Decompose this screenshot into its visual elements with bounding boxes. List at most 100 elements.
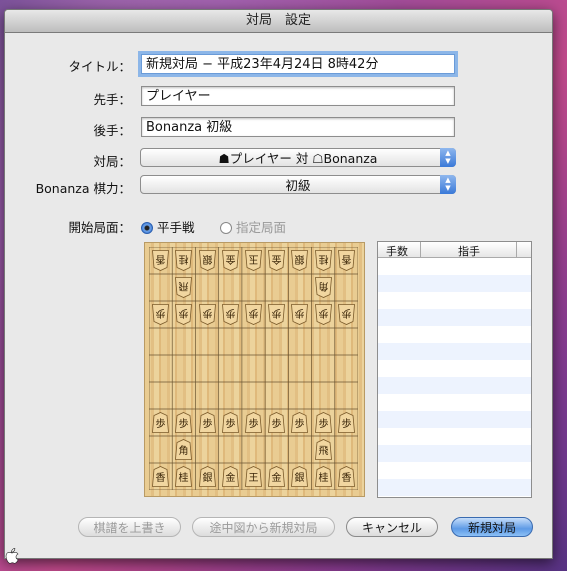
gote-pawn[interactable]: 歩 xyxy=(314,304,332,325)
apple-logo-icon xyxy=(5,547,19,564)
sente-piece[interactable]: 香 xyxy=(337,466,355,487)
move-row[interactable] xyxy=(378,428,531,445)
new-from-position-button[interactable]: 途中図から新規対局 xyxy=(192,517,335,537)
move-list[interactable]: 手数 指手 xyxy=(377,241,532,498)
sente-piece[interactable]: 銀 xyxy=(198,466,216,487)
gote-pawn[interactable]: 歩 xyxy=(337,304,355,325)
gote-pawn[interactable]: 歩 xyxy=(175,304,193,325)
sente-field[interactable]: プレイヤー xyxy=(141,86,455,106)
move-row[interactable] xyxy=(378,292,531,309)
move-row[interactable] xyxy=(378,360,531,377)
sente-pawn[interactable]: 歩 xyxy=(268,412,286,433)
title-field[interactable]: 新規対局 − 平成23年4月24日 8時42分 xyxy=(141,54,455,74)
sente-rook[interactable]: 飛 xyxy=(314,439,332,460)
gote-pawn[interactable]: 歩 xyxy=(198,304,216,325)
move-row[interactable] xyxy=(378,462,531,479)
svg-text:金: 金 xyxy=(225,471,235,484)
gote-piece[interactable]: 金 xyxy=(221,250,239,271)
radio-custom-label: 指定局面 xyxy=(236,220,287,235)
gote-pawn[interactable]: 歩 xyxy=(152,304,170,325)
gote-pawn[interactable]: 歩 xyxy=(221,304,239,325)
svg-text:桂: 桂 xyxy=(179,471,189,484)
sente-pawn[interactable]: 歩 xyxy=(198,412,216,433)
gote-pawn[interactable]: 歩 xyxy=(291,304,309,325)
move-row[interactable] xyxy=(378,275,531,292)
move-row[interactable] xyxy=(378,326,531,343)
move-row[interactable] xyxy=(378,258,531,275)
sente-piece[interactable]: 銀 xyxy=(291,466,309,487)
sente-piece[interactable]: 金 xyxy=(268,466,286,487)
popup-arrows-icon: ▲ ▼ xyxy=(440,148,456,167)
move-list-header: 手数 指手 xyxy=(378,242,531,258)
gote-piece[interactable]: 玉 xyxy=(245,250,262,271)
radio-hirate-label: 平手戦 xyxy=(157,220,195,235)
sente-pawn[interactable]: 歩 xyxy=(152,412,170,433)
start-position-row: 開始局面： 平手戦 指定局面 xyxy=(5,213,552,237)
sente-pawn[interactable]: 歩 xyxy=(291,412,309,433)
gote-pawn[interactable]: 歩 xyxy=(268,304,286,325)
sente-bishop[interactable]: 角 xyxy=(175,439,193,460)
match-label: 対局： xyxy=(93,154,131,169)
overwrite-record-button[interactable]: 棋譜を上書き xyxy=(78,517,181,537)
gote-piece[interactable]: 香 xyxy=(152,250,170,271)
sente-piece[interactable]: 金 xyxy=(221,466,239,487)
gote-field[interactable]: Bonanza 初級 xyxy=(141,117,455,137)
sente-piece[interactable]: 香 xyxy=(152,466,170,487)
svg-text:香: 香 xyxy=(341,472,351,484)
gote-bishop[interactable]: 角 xyxy=(314,277,332,298)
gote-piece[interactable]: 銀 xyxy=(198,250,216,271)
gote-rook[interactable]: 飛 xyxy=(175,277,193,298)
move-row[interactable] xyxy=(378,309,531,326)
sente-piece[interactable]: 王 xyxy=(245,466,262,487)
new-game-button[interactable]: 新規対局 xyxy=(451,517,533,537)
shogi-board: 香歩歩香桂歩歩桂銀歩歩銀金歩歩金玉歩歩王金歩歩金銀歩歩銀桂歩歩桂香歩歩香飛角角飛 xyxy=(144,242,365,497)
svg-text:歩: 歩 xyxy=(202,417,212,430)
cancel-button[interactable]: キャンセル xyxy=(346,517,438,537)
gote-piece[interactable]: 桂 xyxy=(175,250,193,271)
svg-text:飛: 飛 xyxy=(318,445,328,457)
match-popup[interactable]: ☗プレイヤー 対 ☖Bonanza ▲ ▼ xyxy=(140,148,456,167)
gote-pawn[interactable]: 歩 xyxy=(245,304,262,325)
gote-piece[interactable]: 銀 xyxy=(291,250,309,271)
strength-popup-value: 初級 xyxy=(285,178,311,193)
gote-row: 後手： Bonanza 初級 xyxy=(5,116,552,140)
move-row[interactable] xyxy=(378,394,531,411)
move-row[interactable] xyxy=(378,343,531,360)
strength-popup[interactable]: 初級 ▲ ▼ xyxy=(140,175,456,194)
sente-piece[interactable]: 桂 xyxy=(314,466,332,487)
radio-hirate[interactable]: 平手戦 xyxy=(141,217,195,236)
title-row: タイトル： 新規対局 − 平成23年4月24日 8時42分 xyxy=(5,52,552,76)
svg-text:銀: 銀 xyxy=(202,471,212,484)
gote-piece[interactable]: 香 xyxy=(337,250,355,271)
match-popup-value: ☗プレイヤー 対 ☖Bonanza xyxy=(218,151,378,166)
svg-text:歩: 歩 xyxy=(179,417,189,430)
gote-piece[interactable]: 桂 xyxy=(314,250,332,271)
gote-piece[interactable]: 金 xyxy=(268,250,286,271)
move-row[interactable] xyxy=(378,411,531,428)
sente-pawn[interactable]: 歩 xyxy=(245,412,262,433)
sente-pawn[interactable]: 歩 xyxy=(337,412,355,433)
radio-custom-position[interactable]: 指定局面 xyxy=(220,217,286,236)
strength-label: Bonanza 棋力： xyxy=(35,181,131,196)
move-row[interactable] xyxy=(378,479,531,496)
svg-text:歩: 歩 xyxy=(318,417,328,430)
col-move[interactable]: 指手 xyxy=(458,243,480,259)
sente-pawn[interactable]: 歩 xyxy=(221,412,239,433)
move-list-rows xyxy=(378,258,531,496)
svg-text:香: 香 xyxy=(341,253,351,265)
sente-piece[interactable]: 桂 xyxy=(175,466,193,487)
col-divider xyxy=(420,242,421,257)
svg-text:金: 金 xyxy=(272,471,282,484)
sente-pawn[interactable]: 歩 xyxy=(175,412,193,433)
svg-text:歩: 歩 xyxy=(272,417,282,430)
move-row[interactable] xyxy=(378,445,531,462)
sente-pawn[interactable]: 歩 xyxy=(314,412,332,433)
col-move-number[interactable]: 手数 xyxy=(386,243,408,259)
radio-unselected-icon xyxy=(220,222,232,234)
strength-row: Bonanza 棋力： 初級 ▲ ▼ xyxy=(5,174,552,198)
svg-text:歩: 歩 xyxy=(249,417,259,430)
svg-text:歩: 歩 xyxy=(341,417,351,430)
move-row[interactable] xyxy=(378,377,531,394)
svg-text:王: 王 xyxy=(249,473,259,484)
svg-text:歩: 歩 xyxy=(225,417,235,430)
